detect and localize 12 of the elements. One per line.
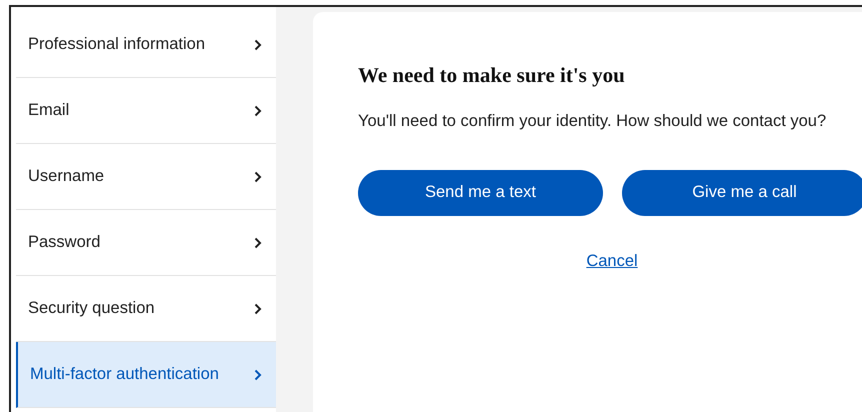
chevron-right-icon <box>254 236 262 248</box>
chevron-right-icon <box>254 104 262 116</box>
contact-option-button[interactable]: Give me a call <box>622 170 862 216</box>
sidebar-item[interactable]: Multi-factor authentication <box>16 342 276 408</box>
chevron-right-icon <box>254 368 262 380</box>
dialog-title: We need to make sure it's you <box>358 62 625 89</box>
chevron-right-icon <box>254 38 262 50</box>
dialog-message: You'll need to confirm your identity. How should we contact you? <box>358 110 828 132</box>
cancel-link[interactable]: Cancel <box>586 248 638 274</box>
chevron-right-icon <box>254 302 262 314</box>
contact-option-button[interactable]: Send me a text <box>358 170 603 216</box>
chevron-right-icon <box>254 170 262 182</box>
